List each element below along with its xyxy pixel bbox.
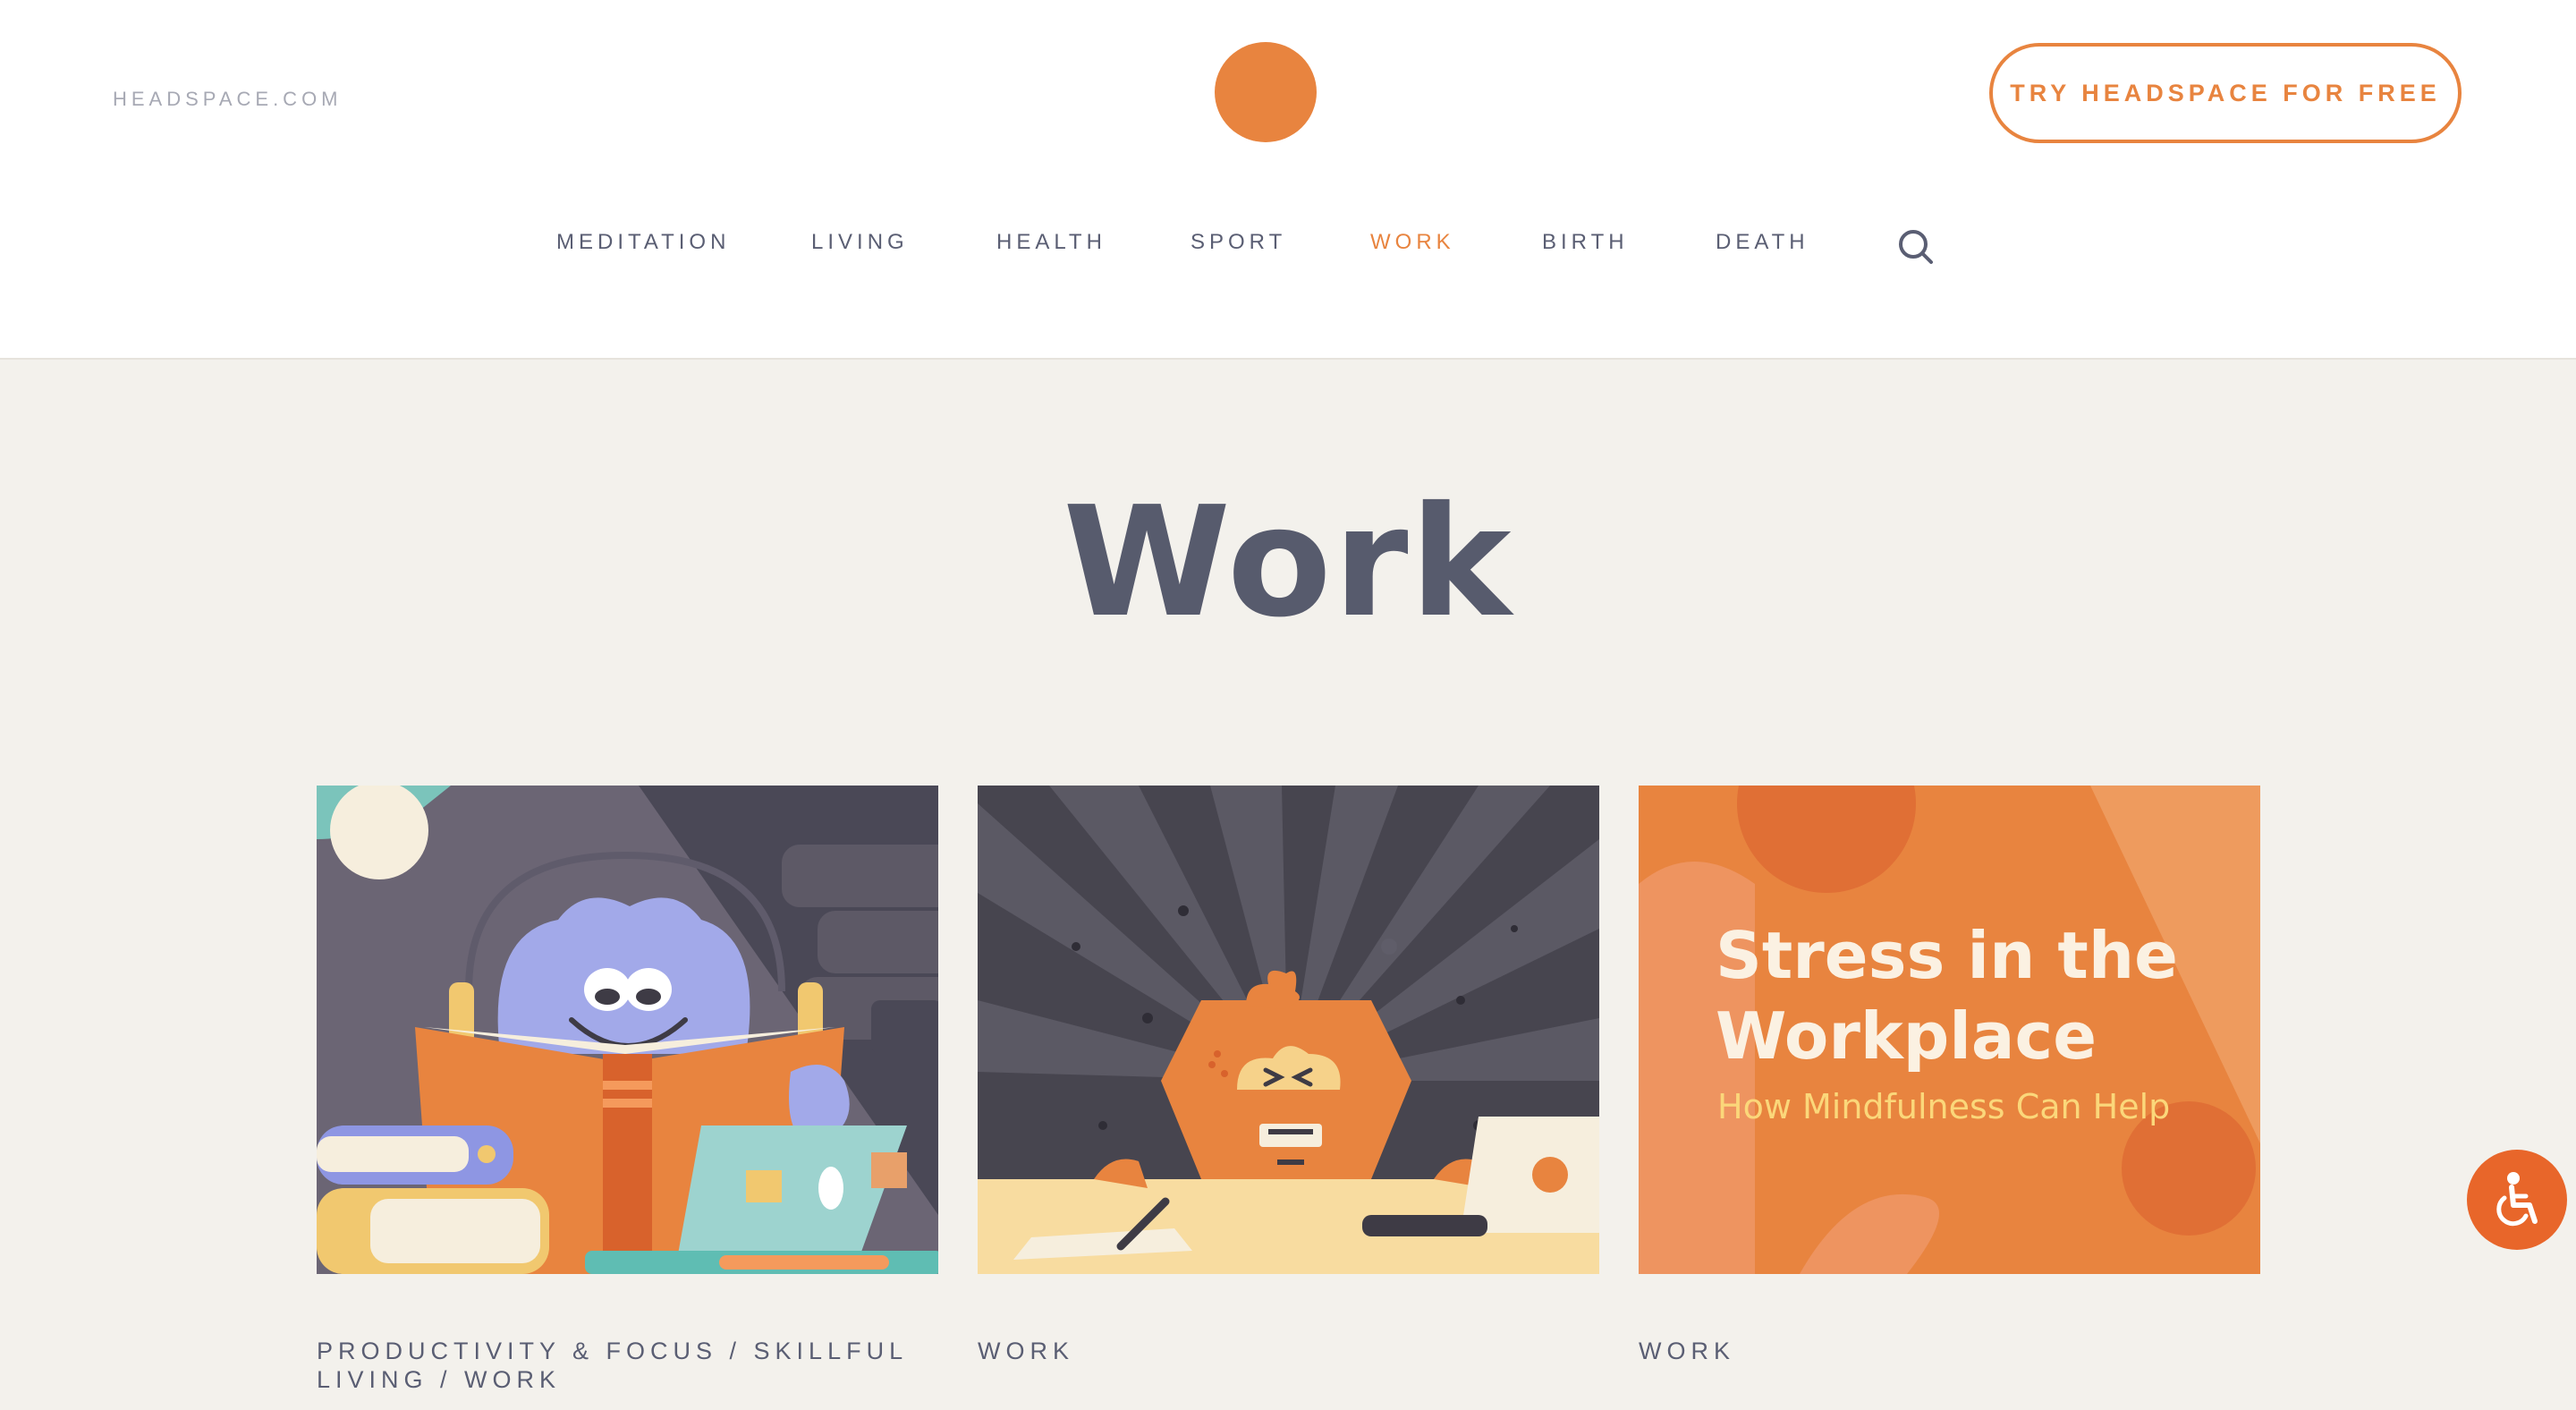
card-image-stress-banner[interactable]: Stress in the Workplace How Mindfulness … [1639,786,2260,1274]
site-link[interactable]: HEADSPACE.COM [113,88,343,111]
nav-item-sport[interactable]: SPORT [1191,230,1286,255]
page-title: Work [1063,474,1513,651]
main-nav: MEDITATION LIVING HEALTH SPORT WORK BIRT… [0,219,2576,273]
card-image-stressed[interactable] [978,786,1599,1274]
nav-item-living[interactable]: LIVING [811,230,909,255]
card-categories[interactable]: WORK [978,1337,1604,1365]
card-categories[interactable]: WORK [1639,1337,2265,1365]
banner-title-line-1: Stress in the [1716,918,2178,993]
wheelchair-icon [2496,1172,2538,1227]
search-icon[interactable] [1896,227,1936,267]
stressed-character-at-desk-illustration [978,786,1599,1274]
stress-in-workplace-banner: Stress in the Workplace How Mindfulness … [1639,786,2260,1274]
banner-subtitle: How Mindfulness Can Help [1717,1087,2170,1126]
card-categories[interactable]: PRODUCTIVITY & FOCUS / SKILLFUL LIVING /… [317,1337,943,1394]
banner-title-line-2: Workplace [1716,998,2097,1074]
nav-item-death[interactable]: DEATH [1716,230,1809,255]
nav-item-work[interactable]: WORK [1370,230,1455,255]
headspace-logo[interactable] [1215,42,1317,142]
nav-item-meditation[interactable]: MEDITATION [556,230,730,255]
nav-item-health[interactable]: HEALTH [996,230,1106,255]
reading-character-illustration [317,786,938,1274]
accessibility-button[interactable] [2467,1150,2567,1250]
site-header: HEADSPACE.COM TRY HEADSPACE FOR FREE MED… [0,0,2576,360]
card-image-reading[interactable] [317,786,938,1274]
try-free-button[interactable]: TRY HEADSPACE FOR FREE [1989,43,2462,143]
nav-item-birth[interactable]: BIRTH [1542,230,1629,255]
